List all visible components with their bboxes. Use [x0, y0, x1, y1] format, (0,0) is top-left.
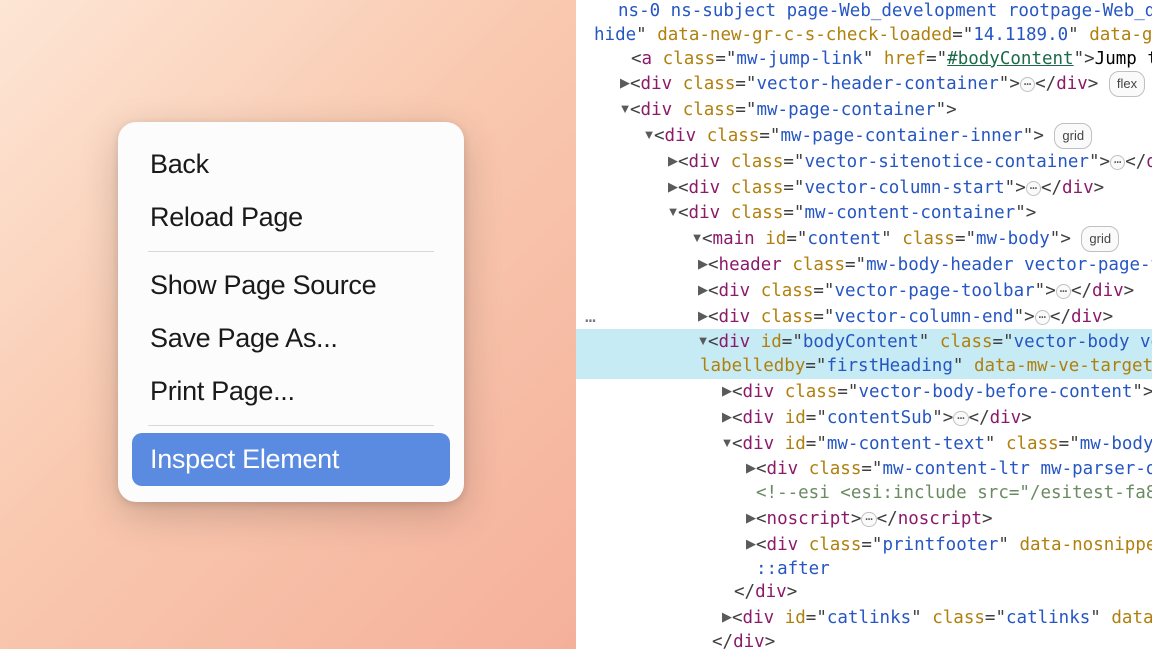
dom-body-content-selected-line2[interactable]: labelledby="firstHeading" data-mw-ve-tar…: [576, 355, 1152, 379]
dom-printfooter[interactable]: ▶<div class="printfooter" data-nosnippet…: [576, 532, 1152, 558]
menu-item-inspect-element[interactable]: Inspect Element: [132, 433, 450, 486]
dom-noscript[interactable]: ▶<noscript>⋯</noscript>: [576, 506, 1152, 532]
menu-item-back[interactable]: Back: [132, 138, 450, 191]
dom-vector-column-end[interactable]: ▶<div class="vector-column-end">⋯</div>: [576, 304, 1152, 330]
dom-esi-comment[interactable]: <!--esi <esi:include src="/esitest-fa8a4…: [576, 482, 1152, 506]
dom-mw-page-container-inner[interactable]: ▼<div class="mw-page-container-inner"> g…: [576, 123, 1152, 149]
dom-mw-content-text[interactable]: ▼<div id="mw-content-text" class="mw-bod…: [576, 431, 1152, 457]
dom-vector-page-toolbar[interactable]: ▶<div class="vector-page-toolbar">⋯</div…: [576, 278, 1152, 304]
dom-vector-body-before-content[interactable]: ▶<div class="vector-body-before-content"…: [576, 379, 1152, 405]
dom-mw-content-container[interactable]: ▼<div class="mw-content-container">: [576, 200, 1152, 226]
dom-close-div-2[interactable]: </div>: [576, 631, 1152, 649]
context-menu: Back Reload Page Show Page Source Save P…: [118, 122, 464, 502]
dom-vector-column-start[interactable]: ▶<div class="vector-column-start">⋯</div…: [576, 175, 1152, 201]
dom-body-attrs-line-2[interactable]: hide" data-new-gr-c-s-check-loaded="14.1…: [576, 24, 1152, 48]
dom-body-content-selected[interactable]: ▼<div id="bodyContent" class="vector-bod…: [576, 329, 1152, 355]
menu-separator: [148, 251, 434, 252]
dom-content-sub[interactable]: ▶<div id="contentSub">⋯</div>: [576, 405, 1152, 431]
dom-mw-page-container[interactable]: ▼<div class="mw-page-container">: [576, 97, 1152, 123]
dom-vector-header-container[interactable]: ▶<div class="vector-header-container">⋯<…: [576, 71, 1152, 97]
devtools-elements-panel[interactable]: ns-0 ns-subject page-Web_development roo…: [576, 0, 1152, 649]
menu-item-save-as[interactable]: Save Page As...: [132, 312, 450, 365]
dom-body-attrs-line[interactable]: ns-0 ns-subject page-Web_development roo…: [576, 0, 1152, 24]
dom-vector-sitenotice-container[interactable]: ▶<div class="vector-sitenotice-container…: [576, 149, 1152, 175]
dom-a-jump-link[interactable]: <a class="mw-jump-link" href="#bodyConte…: [576, 48, 1152, 72]
menu-item-reload[interactable]: Reload Page: [132, 191, 450, 244]
menu-item-show-source[interactable]: Show Page Source: [132, 259, 450, 312]
menu-item-print[interactable]: Print Page...: [132, 365, 450, 418]
dom-close-div-1[interactable]: </div>: [576, 581, 1152, 605]
menu-separator: [148, 425, 434, 426]
dom-catlinks[interactable]: ▶<div id="catlinks" class="catlinks" dat…: [576, 605, 1152, 631]
dom-mw-body-header[interactable]: ▶<header class="mw-body-header vector-pa…: [576, 252, 1152, 278]
dom-main-content[interactable]: ▼<main id="content" class="mw-body"> gri…: [576, 226, 1152, 252]
dom-mw-content-ltr[interactable]: ▶<div class="mw-content-ltr mw-parser-ou…: [576, 456, 1152, 482]
gutter-truncation-icon: …: [585, 306, 596, 327]
dom-pseudo-after[interactable]: ::after: [576, 558, 1152, 582]
